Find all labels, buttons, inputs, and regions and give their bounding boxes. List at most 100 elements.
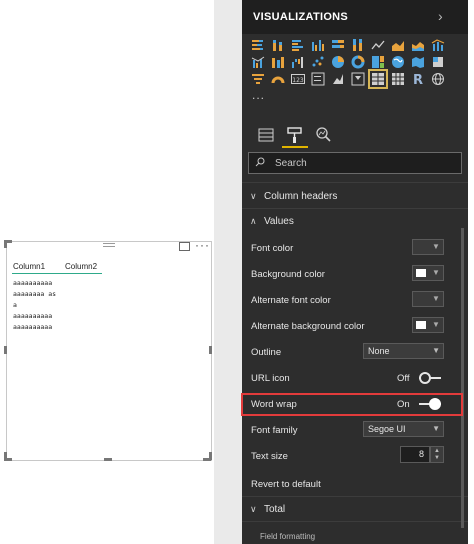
- word-wrap-highlight: [241, 393, 463, 416]
- area-chart-icon[interactable]: [391, 38, 405, 52]
- chevron-down-icon: ▼: [432, 424, 440, 433]
- line-and-column-chart-icon[interactable]: [431, 38, 445, 52]
- pane-scrollbar[interactable]: [461, 228, 464, 528]
- card-icon[interactable]: 123: [291, 72, 305, 86]
- table-icon[interactable]: [368, 69, 388, 89]
- font-color-label: Font color: [251, 243, 294, 254]
- background-color-picker[interactable]: ▼: [412, 265, 444, 281]
- ribbon-chart-icon[interactable]: [271, 55, 285, 69]
- section-total[interactable]: ∨ Total: [250, 504, 285, 515]
- waterfall-chart-icon[interactable]: [291, 55, 305, 69]
- section-label: Total: [264, 504, 286, 515]
- format-paint-roller-icon[interactable]: [285, 126, 305, 144]
- map-icon[interactable]: [391, 55, 405, 69]
- search-placeholder: Search: [275, 158, 307, 169]
- stacked-bar-chart-icon[interactable]: [251, 38, 265, 52]
- chevron-down-icon: ∨: [250, 504, 257, 514]
- table-visual[interactable]: ··· Column1 Column2 aaaaaaaaaa aaaaaaaa …: [6, 238, 212, 461]
- text-size-input[interactable]: 8: [400, 446, 430, 463]
- multi-row-card-icon[interactable]: [311, 72, 325, 86]
- table-cell: aaaaaaaaaa: [13, 279, 53, 287]
- section-column-headers[interactable]: ∨ Column headers: [250, 191, 337, 202]
- globe-icon[interactable]: [431, 72, 445, 86]
- treemap-icon[interactable]: [371, 55, 385, 69]
- matrix-icon[interactable]: [391, 72, 405, 86]
- line-chart-icon[interactable]: [371, 38, 385, 52]
- chevron-up-icon: ∧: [250, 216, 257, 226]
- chevron-down-icon: ▼: [432, 294, 440, 303]
- outline-value: None: [368, 346, 390, 356]
- visual-gallery: 123 R ...: [242, 34, 468, 122]
- table-cell: aaaaaaaaaa: [13, 323, 53, 331]
- text-size-label: Text size: [251, 451, 288, 462]
- resize-handle-left[interactable]: [4, 346, 7, 354]
- scatter-chart-icon[interactable]: [311, 55, 325, 69]
- stepper-buttons[interactable]: ▲ ▼: [430, 446, 444, 463]
- url-icon-toggle[interactable]: [419, 372, 441, 384]
- donut-chart-icon[interactable]: [351, 55, 365, 69]
- alternate-background-color-picker[interactable]: ▼: [412, 317, 444, 333]
- focus-mode-icon[interactable]: [179, 242, 190, 251]
- column-header-1[interactable]: Column1: [13, 262, 45, 271]
- more-options-icon[interactable]: ···: [195, 238, 210, 252]
- line-clustered-column-chart-icon[interactable]: [251, 55, 265, 69]
- resize-handle-bottom[interactable]: [104, 458, 112, 461]
- funnel-icon[interactable]: [251, 72, 265, 86]
- active-tab-indicator: [282, 146, 308, 148]
- shape-map-icon[interactable]: [431, 55, 445, 69]
- pane-tabs: [242, 122, 468, 150]
- background-color-label: Background color: [251, 269, 325, 280]
- decrement-icon[interactable]: ▼: [434, 455, 440, 461]
- resize-handle-bottom-left-h[interactable]: [4, 458, 12, 461]
- url-icon-label: URL icon: [251, 373, 290, 384]
- gauge-icon[interactable]: [271, 72, 285, 86]
- font-family-dropdown[interactable]: Segoe UI ▼: [363, 421, 444, 437]
- 100-stacked-column-chart-icon[interactable]: [351, 38, 365, 52]
- clustered-column-chart-icon[interactable]: [311, 38, 325, 52]
- chevron-down-icon: ▼: [432, 268, 440, 277]
- pie-chart-icon[interactable]: [331, 55, 345, 69]
- collapse-chevron-icon[interactable]: ›: [438, 8, 443, 24]
- chevron-down-icon: ▼: [432, 242, 440, 251]
- resize-handle-top-left-h[interactable]: [4, 240, 12, 243]
- fields-tab-icon[interactable]: [256, 126, 276, 144]
- section-field-formatting-partial[interactable]: Field formatting: [260, 532, 315, 541]
- filled-map-icon[interactable]: [411, 55, 425, 69]
- table-cell: aaaaaaaaaa: [13, 312, 53, 320]
- chevron-down-icon: ▼: [432, 346, 440, 355]
- 100-stacked-bar-chart-icon[interactable]: [331, 38, 345, 52]
- kpi-icon[interactable]: [331, 72, 345, 86]
- divider: [242, 182, 468, 183]
- more-visuals-icon[interactable]: ...: [252, 88, 265, 102]
- alternate-background-color-swatch: [416, 321, 426, 329]
- clustered-bar-chart-icon[interactable]: [291, 38, 305, 52]
- stacked-column-chart-icon[interactable]: [271, 38, 285, 52]
- table-cell: aaaaaaaa as: [13, 290, 57, 298]
- revert-to-default-link[interactable]: Revert to default: [251, 479, 321, 490]
- font-color-picker[interactable]: ▼: [412, 239, 444, 255]
- resize-handle-bottom-right-h[interactable]: [203, 458, 211, 461]
- slicer-icon[interactable]: [351, 72, 365, 86]
- divider: [242, 496, 468, 497]
- alternate-font-color-picker[interactable]: ▼: [412, 291, 444, 307]
- text-size-value: 8: [418, 449, 424, 459]
- column-header-2[interactable]: Column2: [65, 262, 97, 271]
- outline-label: Outline: [251, 347, 282, 358]
- text-size-stepper[interactable]: 8 ▲ ▼: [400, 446, 444, 463]
- drag-grip-icon[interactable]: [103, 243, 115, 248]
- resize-handle-right[interactable]: [209, 346, 212, 354]
- increment-icon[interactable]: ▲: [434, 448, 440, 454]
- header-underline: [12, 273, 102, 274]
- section-values[interactable]: ∧ Values: [250, 216, 294, 227]
- background-color-swatch: [416, 269, 426, 277]
- alternate-font-color-swatch: [416, 295, 426, 303]
- outline-dropdown[interactable]: None ▼: [363, 343, 444, 359]
- table-cell: a: [13, 301, 17, 309]
- section-label: Column headers: [264, 191, 338, 202]
- pane-header: VISUALIZATIONS ›: [242, 0, 468, 34]
- search-input[interactable]: Search: [248, 152, 462, 174]
- stacked-area-chart-icon[interactable]: [411, 38, 425, 52]
- analytics-magnifier-icon[interactable]: [314, 126, 334, 144]
- alternate-background-color-label: Alternate background color: [251, 321, 365, 332]
- r-script-visual-icon[interactable]: R: [411, 72, 425, 86]
